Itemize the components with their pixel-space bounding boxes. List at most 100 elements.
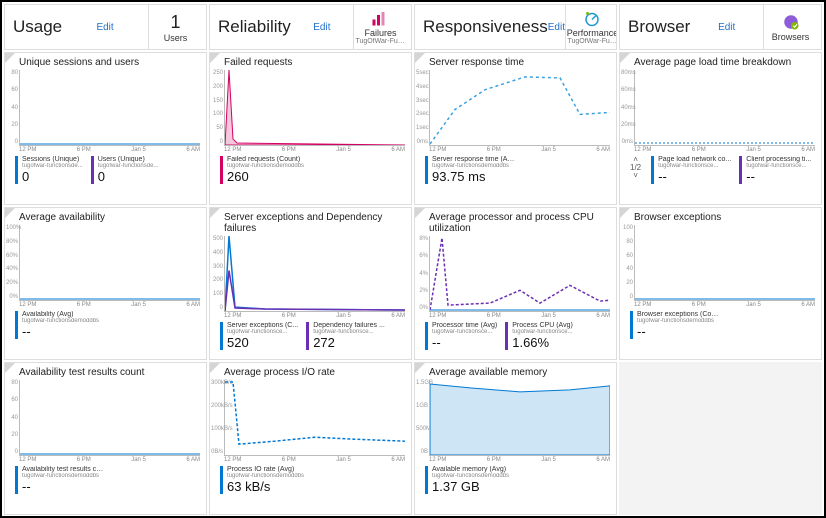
x-axis: 12 PM6 PMJan 56 AM <box>634 302 815 308</box>
header-usage: Usage Edit 1 Users <box>4 4 207 50</box>
legend-item: Dependency failures ...tugofwar-function… <box>306 322 385 350</box>
legend-item: Failed requests (Count)tugofwar-function… <box>220 156 304 184</box>
y-axis: 80ms60ms40ms20ms0ms <box>621 70 635 145</box>
chart-title: Average process I/O rate <box>210 363 411 378</box>
x-axis: 12 PM6 PMJan 56 AM <box>429 313 610 319</box>
failures-icon <box>371 9 389 27</box>
legend: Process IO rate (Avg)tugofwar-functionsd… <box>220 466 405 494</box>
chart-area[interactable]: 100%80%60%40%20%0% <box>19 225 200 301</box>
chart-area[interactable]: 806040200 <box>19 70 200 146</box>
chart-area[interactable]: 5sec4sec3sec2sec1sec0ms <box>429 70 610 146</box>
chart-svg <box>20 70 200 145</box>
chart-area[interactable]: 806040200 <box>19 380 200 456</box>
tile-availability[interactable]: Average availability100%80%60%40%20%0%12… <box>4 207 207 360</box>
chart-svg <box>430 380 610 455</box>
x-axis: 12 PM6 PMJan 56 AM <box>224 313 405 319</box>
x-axis: 12 PM6 PMJan 56 AM <box>19 457 200 463</box>
y-axis: 250200150100500 <box>211 70 225 145</box>
legend: Processor time (Avg)tugofwar-functionsce… <box>425 322 610 350</box>
chart-area[interactable]: 8%6%4%2%0% <box>429 236 610 312</box>
y-axis: 5sec4sec3sec2sec1sec0ms <box>416 70 430 145</box>
y-axis: 5004003002001000 <box>211 236 225 311</box>
pin-corner-icon <box>620 208 630 218</box>
gauge-icon <box>583 9 601 27</box>
chart-title: Availability test results count <box>5 363 206 378</box>
tile-exceptions[interactable]: Server exceptions and Dependency failure… <box>209 207 412 360</box>
tile-server-response[interactable]: Server response time 5sec4sec3sec2sec1sec… <box>414 52 617 205</box>
y-axis: 100806040200 <box>621 225 635 300</box>
legend: Availability (Avg)tugofwar-functionsdemo… <box>15 311 200 339</box>
tile-browser-exceptions[interactable]: Browser exceptions10080604020012 PM6 PMJ… <box>619 207 822 360</box>
pin-corner-icon <box>210 53 220 63</box>
tile-availability-tests[interactable]: Availability test results count 806040200… <box>4 362 207 515</box>
y-axis: 300kB/s200kB/s100kB/s0B/s <box>211 380 225 455</box>
performance-box[interactable]: Performance TugOfWar-Func... <box>565 5 617 49</box>
performance-label: Performance <box>567 28 617 38</box>
legend-item: Processor time (Avg)tugofwar-functionsce… <box>425 322 497 350</box>
users-count-box[interactable]: 1 Users <box>148 5 202 49</box>
legend-item: Server response time (Avg)tugofwar-funct… <box>425 156 515 184</box>
browsers-label: Browsers <box>772 32 810 42</box>
chevron-down-icon: ˅ <box>633 172 638 180</box>
edit-usage-link[interactable]: Edit <box>96 22 113 33</box>
chart-svg <box>635 70 815 145</box>
pin-corner-icon <box>210 208 220 218</box>
legend: Server response time (Avg)tugofwar-funct… <box>425 156 610 184</box>
legend: Available memory (Avg)tugofwar-functions… <box>425 466 610 494</box>
legend-item: Availability test results count (Count)t… <box>15 466 105 494</box>
failures-box[interactable]: Failures TugOfWar-Func... <box>353 5 407 49</box>
tile-page-load[interactable]: Average page load time breakdown80ms60ms… <box>619 52 822 205</box>
tile-sessions[interactable]: Unique sessions and users80604020012 PM6… <box>4 52 207 205</box>
header-usage-title: Usage <box>9 17 62 37</box>
chart-area[interactable]: 250200150100500 <box>224 70 405 146</box>
browsers-box[interactable]: Browsers <box>763 5 817 49</box>
chart-title: Failed requests <box>210 53 411 68</box>
chart-area[interactable]: 100806040200 <box>634 225 815 301</box>
legend: Browser exceptions (Count)tugofwar-funct… <box>630 311 815 339</box>
chart-area[interactable]: 1.5GB1GB500MB0B <box>429 380 610 456</box>
x-axis: 12 PM6 PMJan 56 AM <box>19 302 200 308</box>
y-axis: 806040200 <box>6 70 20 145</box>
users-count-label: Users <box>164 33 188 43</box>
chart-svg <box>225 380 405 455</box>
x-axis: 12 PM6 PMJan 56 AM <box>429 457 610 463</box>
pin-corner-icon <box>5 208 15 218</box>
pin-corner-icon <box>620 53 630 63</box>
chart-area[interactable]: 5004003002001000 <box>224 236 405 312</box>
legend-pager[interactable]: ˄1/2˅ <box>630 156 641 180</box>
chart-area[interactable]: 300kB/s200kB/s100kB/s0B/s <box>224 380 405 456</box>
tile-cpu[interactable]: Average processor and process CPU utiliz… <box>414 207 617 360</box>
y-axis: 806040200 <box>6 380 20 455</box>
edit-browser-link[interactable]: Edit <box>718 22 735 33</box>
tile-io-rate[interactable]: Average process I/O rate 300kB/s200kB/s10… <box>209 362 412 515</box>
tile-available-memory[interactable]: Average available memory1.5GB1GB500MB0B1… <box>414 362 617 515</box>
chart-svg <box>430 236 610 311</box>
legend: ˄1/2˅Page load network co...tugofwar-fun… <box>630 156 815 184</box>
legend-item: Client processing ti...tugofwar-function… <box>739 156 811 184</box>
chart-svg <box>225 236 405 311</box>
tile-failed-requests[interactable]: Failed requests25020015010050012 PM6 PMJ… <box>209 52 412 205</box>
chart-title: Unique sessions and users <box>5 53 206 68</box>
edit-responsiveness-link[interactable]: Edit <box>548 22 565 33</box>
x-axis: 12 PM6 PMJan 56 AM <box>224 147 405 153</box>
chart-svg <box>225 70 405 145</box>
edit-reliability-link[interactable]: Edit <box>313 22 330 33</box>
y-axis: 1.5GB1GB500MB0B <box>416 380 430 455</box>
legend: Failed requests (Count)tugofwar-function… <box>220 156 405 184</box>
legend-item: Sessions (Unique)tugofwar-functionsde...… <box>15 156 83 184</box>
failures-label: Failures <box>364 28 396 38</box>
chart-area[interactable]: 80ms60ms40ms20ms0ms <box>634 70 815 146</box>
pin-corner-icon <box>210 363 220 373</box>
chart-svg <box>430 70 610 145</box>
chart-title: Browser exceptions <box>620 208 821 223</box>
chart-title: Average available memory <box>415 363 616 378</box>
chart-svg <box>635 225 815 300</box>
y-axis: 8%6%4%2%0% <box>416 236 430 311</box>
chart-svg <box>20 225 200 300</box>
header-reliability-title: Reliability <box>214 17 291 37</box>
legend-item: Available memory (Avg)tugofwar-functions… <box>425 466 509 494</box>
chart-title: Server response time <box>415 53 616 68</box>
globe-icon <box>782 13 800 31</box>
header-browser: Browser Edit Browsers <box>619 4 822 50</box>
pin-corner-icon <box>5 363 15 373</box>
